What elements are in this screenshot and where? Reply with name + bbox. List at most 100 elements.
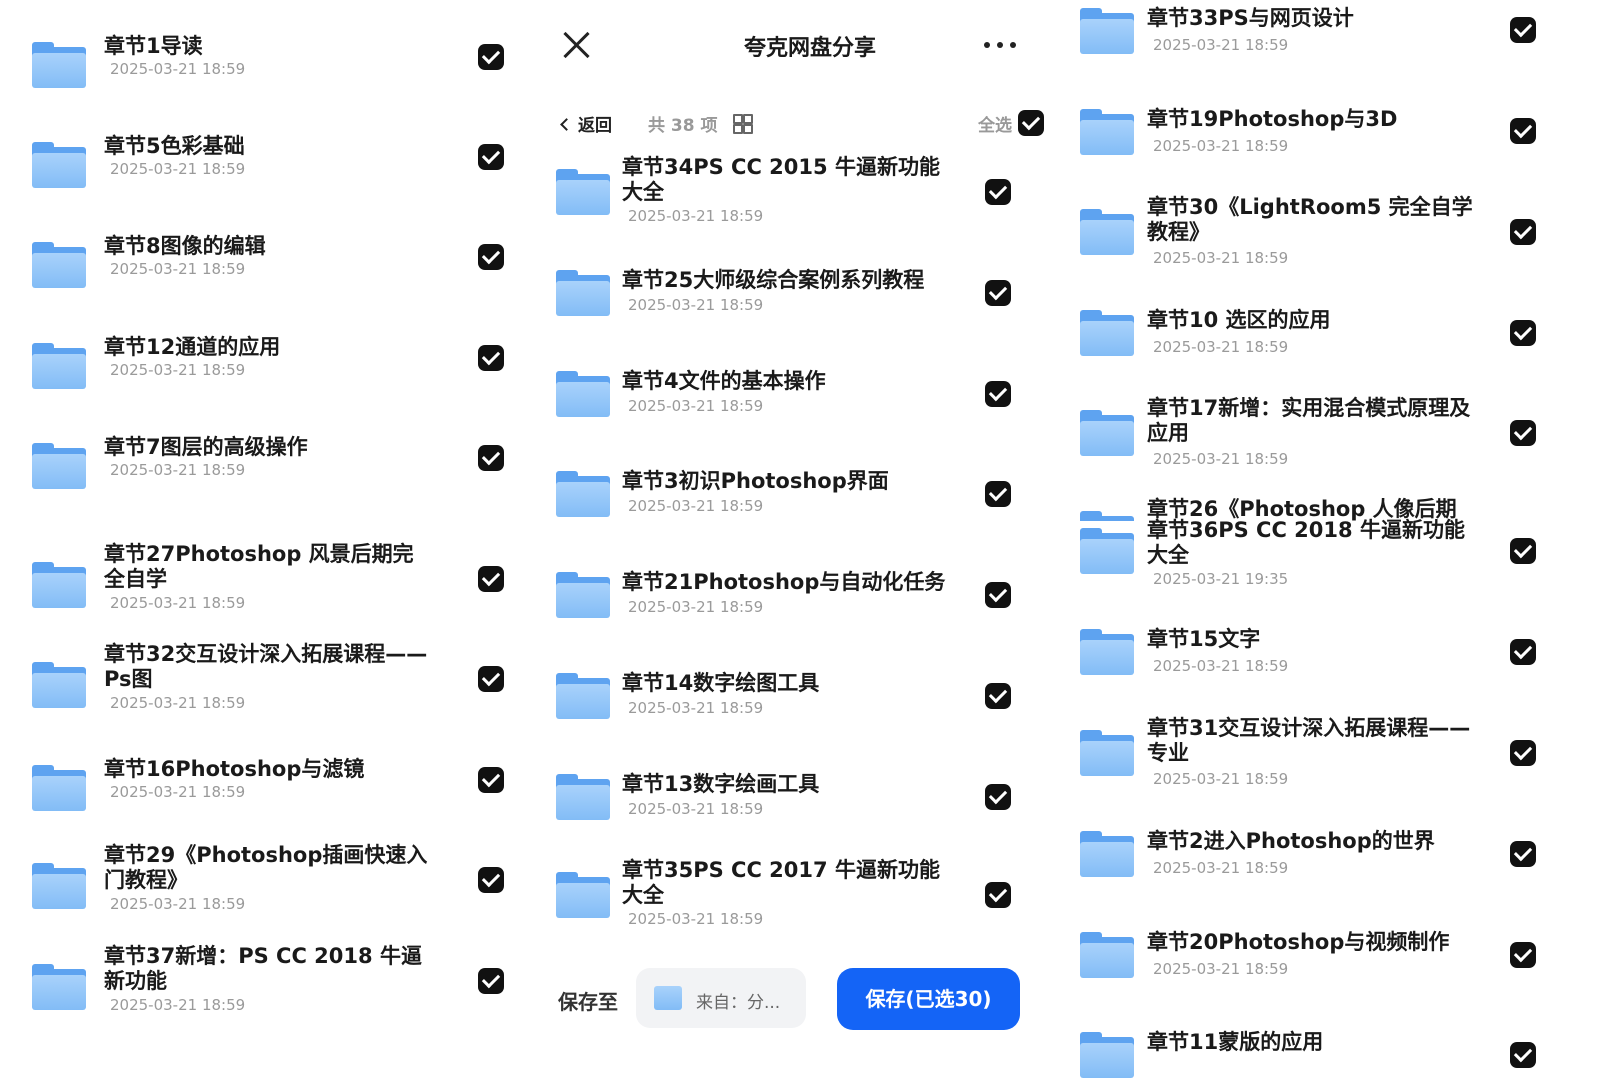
list-item[interactable]: 章节31交互设计深入拓展课程——专业 2025-03-21 18:59: [1080, 716, 1620, 816]
folder-name: 章节30《LightRoom5 完全自学教程》: [1147, 195, 1473, 244]
folder-name: 章节27Photoshop 风景后期完全自学: [104, 542, 414, 591]
list-item[interactable]: 章节7图层的高级操作 2025-03-21 18:59: [0, 433, 540, 533]
folder-name: 章节8图像的编辑: [104, 234, 266, 258]
modified-date: 2025-03-21 18:59: [1153, 960, 1289, 978]
list-item[interactable]: 章节5色彩基础 2025-03-21 18:59: [0, 132, 540, 232]
folder-icon: [556, 371, 610, 417]
folder-name: 章节36PS CC 2018 牛逼新功能大全: [1147, 518, 1465, 567]
item-checkbox[interactable]: [985, 179, 1011, 205]
folder-name: 章节10 选区的应用: [1147, 308, 1331, 332]
save-button[interactable]: 保存(已选30): [837, 968, 1020, 1030]
list-item[interactable]: 章节35PS CC 2017 牛逼新功能大全 2025-03-21 18:59: [540, 858, 1080, 958]
list-item[interactable]: 章节25大师级综合案例系列教程 2025-03-21 18:59: [540, 266, 1080, 366]
list-item[interactable]: 章节29《Photoshop插画快速入门教程》 2025-03-21 18:59: [0, 843, 540, 943]
list-item[interactable]: 章节36PS CC 2018 牛逼新功能大全 2025-03-21 19:35: [1080, 518, 1620, 618]
item-checkbox[interactable]: [478, 244, 504, 270]
item-checkbox[interactable]: [478, 767, 504, 793]
folder-icon: [32, 142, 86, 188]
item-checkbox[interactable]: [1510, 17, 1536, 43]
item-checkbox[interactable]: [478, 968, 504, 994]
item-checkbox[interactable]: [985, 784, 1011, 810]
item-checkbox[interactable]: [478, 44, 504, 70]
modified-date: 2025-03-21 18:59: [628, 207, 764, 225]
modified-date: 2025-03-21 18:59: [110, 260, 246, 278]
item-checkbox[interactable]: [1510, 118, 1536, 144]
save-location-selector[interactable]: 来自：分...: [636, 968, 806, 1028]
folder-name: 章节4文件的基本操作: [622, 369, 826, 393]
modified-date: 2025-03-21 18:59: [110, 160, 246, 178]
modified-date: 2025-03-21 18:59: [1153, 338, 1289, 356]
list-item[interactable]: 章节34PS CC 2015 牛逼新功能大全 2025-03-21 18:59: [540, 155, 1080, 255]
modified-date: 2025-03-21 18:59: [110, 594, 246, 612]
folder-icon: [1080, 310, 1134, 356]
folder-icon: [1080, 410, 1134, 456]
list-item[interactable]: 章节19Photoshop与3D 2025-03-21 18:59: [1080, 107, 1620, 207]
modified-date: 2025-03-21 18:59: [110, 895, 246, 913]
list-item[interactable]: 章节21Photoshop与自动化任务 2025-03-21 18:59: [540, 568, 1080, 668]
list-item[interactable]: 章节4文件的基本操作 2025-03-21 18:59: [540, 367, 1080, 467]
item-checkbox[interactable]: [1510, 639, 1536, 665]
page-title: 夸克网盘分享: [743, 36, 876, 61]
list-item[interactable]: 章节3初识Photoshop界面 2025-03-21 18:59: [540, 467, 1080, 567]
item-checkbox[interactable]: [478, 345, 504, 371]
save-to-label: 保存至: [558, 990, 618, 1014]
select-all-checkbox[interactable]: [1018, 110, 1044, 136]
item-checkbox[interactable]: [985, 882, 1011, 908]
list-item[interactable]: 章节8图像的编辑 2025-03-21 18:59: [0, 232, 540, 332]
list-item[interactable]: 章节14数字绘图工具 2025-03-21 18:59: [540, 669, 1080, 769]
more-options-icon[interactable]: [980, 40, 1020, 50]
item-checkbox[interactable]: [478, 445, 504, 471]
folder-icon: [32, 343, 86, 389]
list-item[interactable]: 章节13数字绘画工具 2025-03-21 18:59: [540, 770, 1080, 870]
item-checkbox[interactable]: [1510, 740, 1536, 766]
list-item[interactable]: 章节2进入Photoshop的世界 2025-03-21 18:59: [1080, 829, 1620, 929]
back-label: 返回: [578, 116, 612, 136]
item-checkbox[interactable]: [985, 582, 1011, 608]
item-checkbox[interactable]: [985, 381, 1011, 407]
list-item[interactable]: 章节1导读 2025-03-21 18:59: [0, 32, 540, 132]
item-checkbox[interactable]: [1510, 320, 1536, 346]
item-checkbox[interactable]: [478, 144, 504, 170]
item-checkbox[interactable]: [1510, 420, 1536, 446]
list-item[interactable]: 章节17新增：实用混合模式原理及应用 2025-03-21 18:59: [1080, 396, 1620, 496]
item-checkbox[interactable]: [1510, 841, 1536, 867]
list-item[interactable]: 章节27Photoshop 风景后期完全自学 2025-03-21 18:59: [0, 542, 540, 642]
modified-date: 2025-03-21 18:59: [110, 783, 246, 801]
list-item[interactable]: 章节32交互设计深入拓展课程——Ps图 2025-03-21 18:59: [0, 642, 540, 742]
list-item[interactable]: 章节10 选区的应用 2025-03-21 18:59: [1080, 308, 1620, 408]
modified-date: 2025-03-21 18:59: [1153, 249, 1289, 267]
folder-icon: [32, 662, 86, 708]
grid-view-icon[interactable]: [733, 114, 753, 134]
list-item[interactable]: 章节30《LightRoom5 完全自学教程》 2025-03-21 18:59: [1080, 195, 1620, 295]
modified-date: 2025-03-21 18:59: [628, 397, 764, 415]
folder-icon: [654, 986, 682, 1010]
modified-date: 2025-03-21 18:59: [110, 60, 246, 78]
item-checkbox[interactable]: [985, 481, 1011, 507]
back-button[interactable]: 返回: [560, 111, 612, 136]
item-checkbox[interactable]: [1510, 942, 1536, 968]
modified-date: 2025-03-21 18:59: [628, 598, 764, 616]
item-checkbox[interactable]: [1510, 1042, 1536, 1068]
folder-name: 章节35PS CC 2017 牛逼新功能大全: [622, 858, 940, 907]
item-checkbox[interactable]: [1510, 219, 1536, 245]
modified-date: 2025-03-21 18:59: [1153, 859, 1289, 877]
item-checkbox[interactable]: [478, 867, 504, 893]
share-panel: 夸克网盘分享 返回 共 38 项 全选 章节34PS CC 2015 牛逼新功能…: [540, 0, 1080, 1080]
list-item[interactable]: 章节11蒙版的应用: [1080, 1030, 1620, 1080]
list-item[interactable]: 章节16Photoshop与滤镜 2025-03-21 18:59: [0, 755, 540, 855]
list-item[interactable]: 章节15文字 2025-03-21 18:59: [1080, 627, 1620, 727]
folder-name: 章节19Photoshop与3D: [1147, 107, 1398, 131]
item-checkbox[interactable]: [478, 666, 504, 692]
folder-icon: [1080, 629, 1134, 675]
list-item[interactable]: 章节12通道的应用 2025-03-21 18:59: [0, 333, 540, 433]
list-toolbar: 返回 共 38 项 全选: [540, 108, 1080, 138]
item-checkbox[interactable]: [478, 566, 504, 592]
modified-date: 2025-03-21 18:59: [110, 694, 246, 712]
close-icon[interactable]: [562, 30, 592, 60]
list-item[interactable]: 章节33PS与网页设计 2025-03-21 18:59: [1080, 6, 1620, 106]
list-item[interactable]: 章节20Photoshop与视频制作 2025-03-21 18:59: [1080, 930, 1620, 1030]
list-item[interactable]: 章节37新增：PS CC 2018 牛逼新功能 2025-03-21 18:59: [0, 944, 540, 1044]
item-checkbox[interactable]: [985, 683, 1011, 709]
item-checkbox[interactable]: [1510, 538, 1536, 564]
item-checkbox[interactable]: [985, 280, 1011, 306]
